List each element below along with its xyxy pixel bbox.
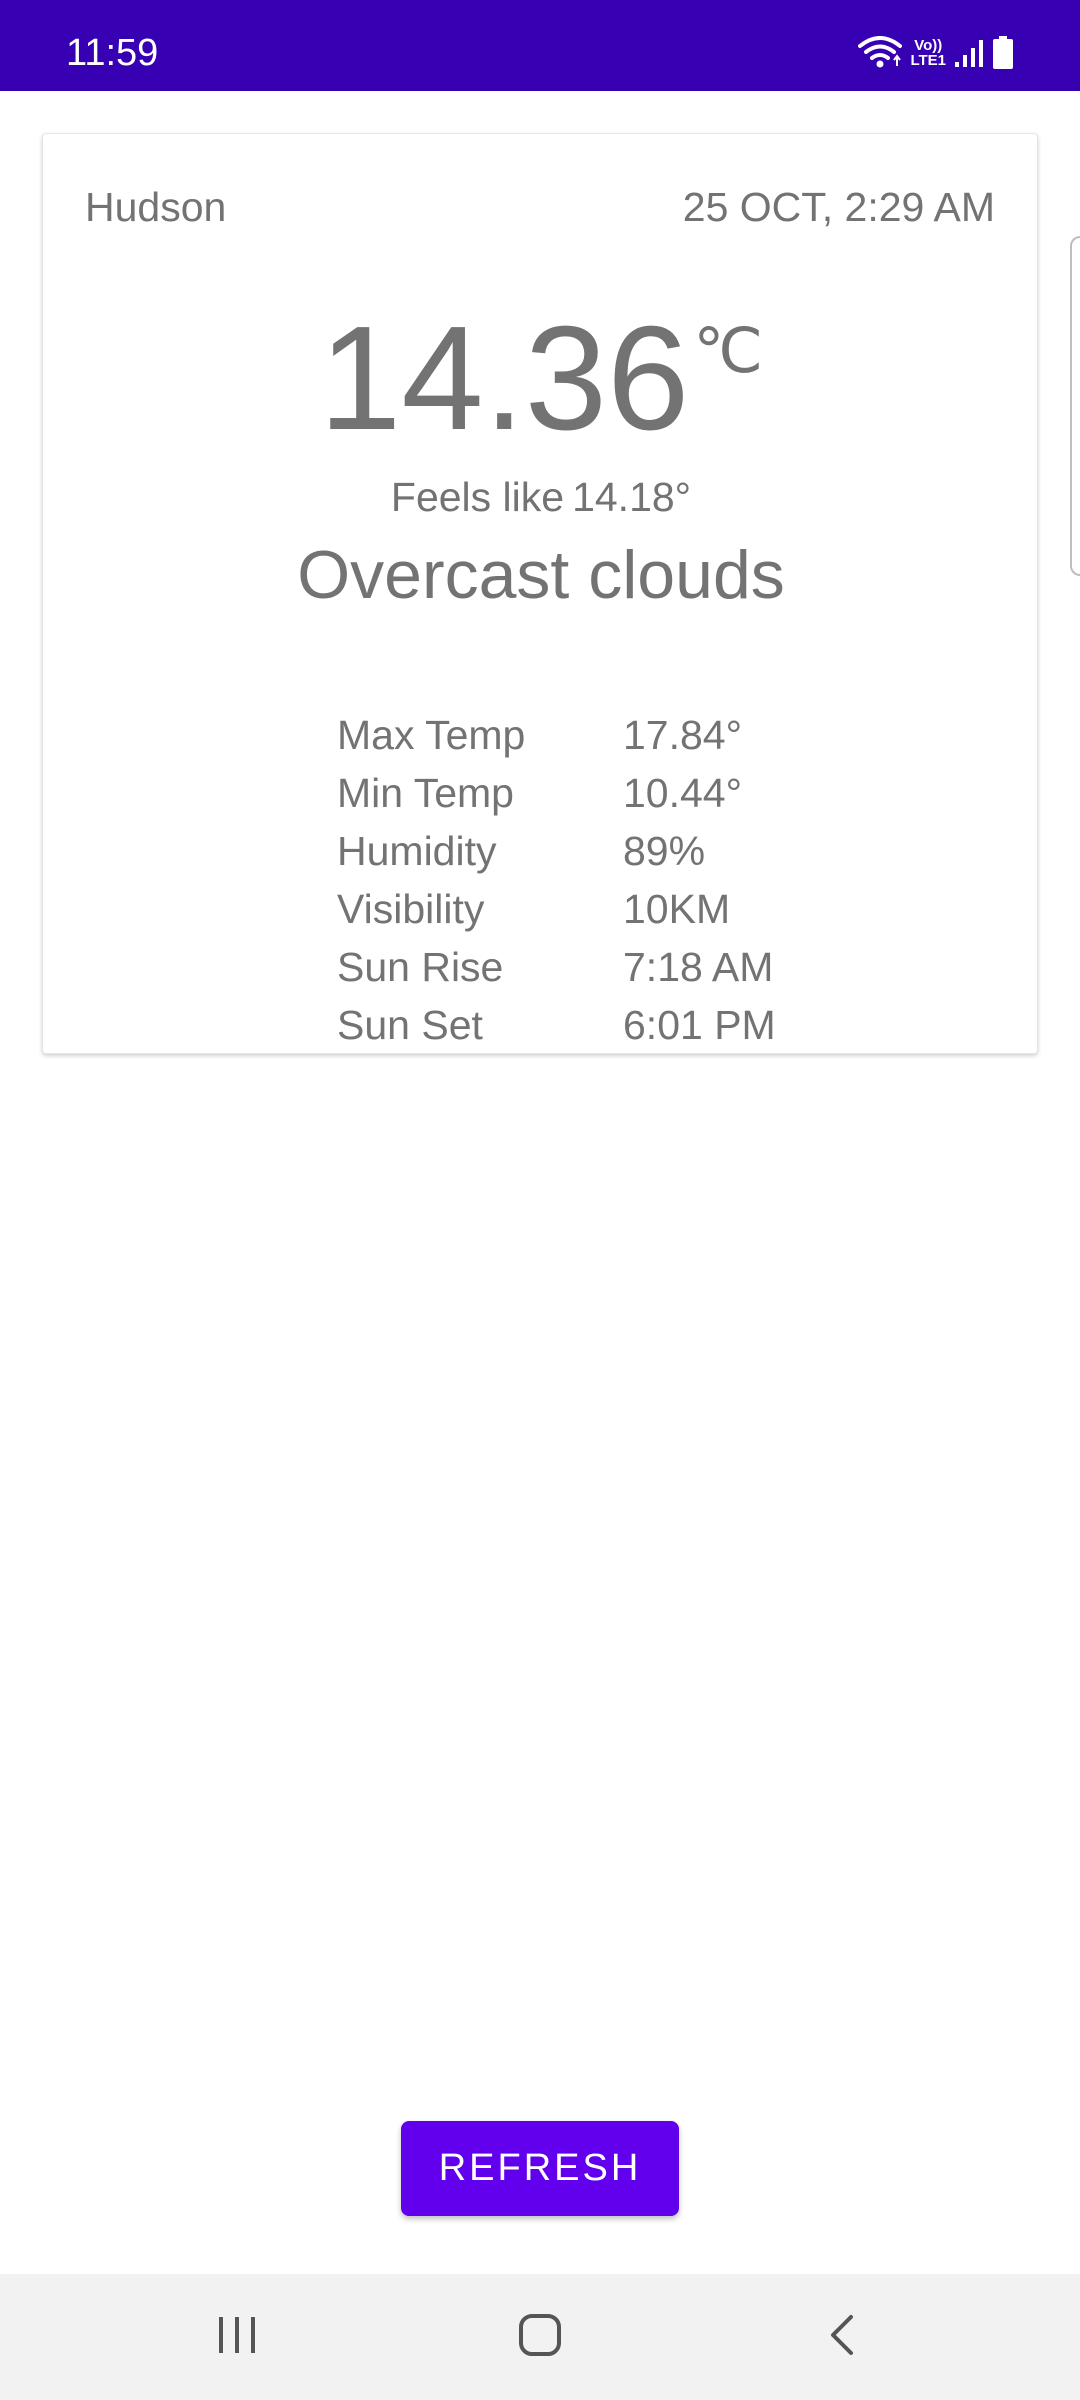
status-bar: 11:59 Vo)) LTE1	[0, 0, 1080, 91]
city-name: Hudson	[85, 184, 227, 230]
back-button[interactable]	[742, 2274, 942, 2400]
lte-label: LTE1	[910, 52, 946, 69]
detail-row-visibility: Visibility 10KM	[337, 880, 776, 938]
volte-label: Vo))	[914, 37, 943, 54]
detail-value: 10.44°	[623, 770, 742, 816]
detail-label: Min Temp	[337, 770, 514, 816]
recent-apps-icon	[215, 2315, 259, 2360]
date-time: 25 OCT, 2:29 AM	[682, 184, 995, 230]
status-icons: Vo)) LTE1	[858, 30, 1014, 76]
detail-row-min-temp: Min Temp 10.44°	[337, 764, 776, 822]
refresh-button[interactable]: REFRESH	[401, 2121, 679, 2216]
detail-value: 17.84°	[623, 712, 742, 758]
detail-label: Sun Set	[337, 1002, 483, 1048]
edge-panel-handle[interactable]	[1070, 236, 1080, 576]
weather-condition: Overcast clouds	[297, 537, 785, 613]
wifi-icon	[858, 36, 903, 70]
temperature-value: 14.36	[318, 296, 690, 461]
back-icon	[827, 2313, 857, 2362]
detail-row-sunrise: Sun Rise 7:18 AM	[337, 938, 776, 996]
detail-label: Humidity	[337, 828, 497, 874]
feels-like-value: 14.18°	[572, 474, 692, 520]
navigation-bar	[0, 2274, 1080, 2400]
volte-lte-icon: Vo)) LTE1	[910, 38, 946, 68]
temperature-row: 14.36℃	[43, 294, 1039, 464]
feels-like-label: Feels like	[390, 474, 565, 520]
signal-icon	[954, 38, 984, 68]
detail-row-max-temp: Max Temp 17.84°	[337, 706, 776, 764]
battery-icon	[992, 36, 1014, 70]
feels-like-row: Feels like 14.18°	[43, 472, 1039, 522]
detail-value: 10KM	[623, 886, 731, 932]
detail-label: Visibility	[337, 886, 485, 932]
weather-details: Max Temp 17.84° Min Temp 10.44° Humidity…	[337, 706, 776, 1054]
detail-value: 7:18 AM	[623, 944, 774, 990]
detail-value: 89%	[623, 828, 706, 874]
detail-row-sunset: Sun Set 6:01 PM	[337, 996, 776, 1054]
weather-card: Hudson 25 OCT, 2:29 AM 14.36℃ Feels like…	[42, 133, 1038, 1054]
detail-value: 6:01 PM	[623, 1002, 776, 1048]
detail-label: Sun Rise	[337, 944, 504, 990]
detail-row-humidity: Humidity 89%	[337, 822, 776, 880]
status-time: 11:59	[66, 32, 159, 74]
recent-apps-button[interactable]	[137, 2274, 337, 2400]
home-button[interactable]	[440, 2274, 640, 2400]
detail-label: Max Temp	[337, 712, 526, 758]
app-screen: 11:59 Vo)) LTE1 Hudson 25 OCT, 2:29 AM 1…	[0, 0, 1080, 2400]
temperature-unit: ℃	[693, 317, 763, 386]
home-icon	[518, 2313, 562, 2362]
